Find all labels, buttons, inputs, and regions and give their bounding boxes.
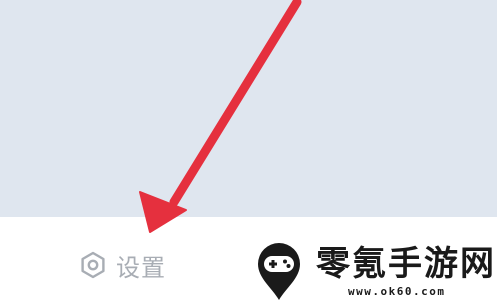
watermark: 零氪手游网 www.ok60.com (254, 240, 494, 302)
hexagon-gear-icon (78, 250, 108, 280)
watermark-url: www.ok60.com (348, 285, 446, 298)
settings-button[interactable]: 设置 (78, 245, 166, 285)
gamepad-pin-icon (254, 240, 304, 302)
content-area (0, 0, 497, 217)
settings-label: 设置 (116, 253, 166, 282)
watermark-title: 零氪手游网 (316, 244, 496, 284)
